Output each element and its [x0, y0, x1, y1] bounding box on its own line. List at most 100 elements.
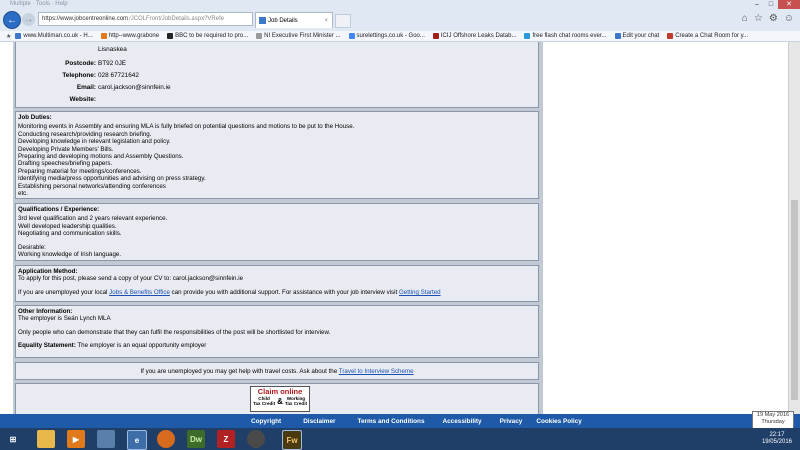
title-bar: Multiple · Tools · Help – □ ✕ — [0, 0, 800, 9]
url-path: /JCOLFront/JobDetails.aspx?VRefe — [129, 16, 225, 22]
working-tax-credit-label: Working Tax Credit — [284, 396, 308, 406]
favorite-icon — [667, 33, 674, 39]
duty-line: Preparing material for meetings/conferen… — [18, 167, 142, 175]
favorite-item[interactable]: Edit your chat — [614, 33, 660, 39]
footer-link-terms[interactable]: Terms and Conditions — [358, 418, 425, 425]
telephone-label: Telephone: — [62, 72, 96, 79]
fireworks-icon[interactable]: Fw — [282, 430, 302, 450]
favorite-icon — [614, 33, 621, 39]
url-input[interactable]: https://www.jobcentreonline.com/JCOLFron… — [38, 12, 253, 26]
footer-link-cookies[interactable]: Cookies Policy — [536, 418, 581, 425]
duty-line: Preparing and developing motions and Ass… — [18, 153, 184, 161]
smiley-icon[interactable]: ☺ — [784, 13, 794, 24]
duty-line: Developing Private Members' Bills. — [18, 145, 114, 153]
favorite-item[interactable]: www.Multiman.co.uk - H... — [15, 33, 93, 39]
favorite-label: http--www.grabone — [108, 33, 160, 39]
photo-viewer-icon[interactable] — [97, 430, 115, 448]
dell-icon[interactable] — [247, 430, 265, 448]
equality-statement: Equality Statement: The employer is an e… — [18, 342, 536, 349]
favorite-label: Edit your chat — [622, 33, 660, 39]
favorite-label: www.Multiman.co.uk - H... — [23, 33, 93, 39]
employer-address-panel: Lisnaskea Postcode: BT92 0JE Telephone: … — [15, 42, 539, 108]
favorite-icon — [432, 33, 439, 39]
vertical-scrollbar[interactable] — [788, 42, 800, 415]
tooltip-date: 19 May 2016 — [756, 412, 790, 418]
scrollbar-thumb[interactable] — [791, 200, 798, 400]
clock-time: 22:17 — [769, 432, 785, 438]
filezilla-icon[interactable]: Z — [217, 430, 235, 448]
favorite-item[interactable]: surelettings.co.uk - Goo... — [348, 33, 425, 39]
application-instructions: To apply for this post, please send a co… — [18, 275, 244, 283]
qualification-line: 3rd level qualification and 2 years rele… — [18, 215, 168, 223]
favorite-item[interactable]: free flash chat rooms ever... — [524, 33, 607, 39]
travel-costs-panel: If you are unemployed you may get help w… — [15, 362, 539, 380]
qualifications-heading: Qualifications / Experience: — [18, 206, 100, 213]
claim-online-banner[interactable]: Claim online Child Tax Credit & Working … — [250, 386, 310, 412]
media-player-icon[interactable]: ▶ — [67, 430, 85, 448]
window-controls: – □ ✕ — [750, 0, 800, 9]
travel-text: If you are unemployed you may get help w… — [140, 368, 339, 375]
back-arrow-icon[interactable]: ← — [3, 11, 21, 29]
favorite-item[interactable]: BBC to be required to pro... — [167, 33, 248, 39]
forward-arrow-icon[interactable]: → — [22, 13, 35, 26]
claim-online-title: Claim online — [257, 387, 303, 396]
favorite-label: BBC to be required to pro... — [175, 33, 249, 39]
favorite-item[interactable]: ICIJ Offshore Leaks Datab... — [432, 33, 516, 39]
new-tab-button[interactable] — [335, 14, 351, 28]
telephone-value: 028 67721642 — [98, 72, 139, 79]
clock-date: 19/05/2016 — [761, 439, 792, 445]
favorite-icon — [348, 33, 355, 39]
site-footer: Copyright Disclaimer Terms and Condition… — [0, 414, 800, 428]
favorites-bar: ★ www.Multiman.co.uk - H... http--www.gra… — [0, 31, 800, 42]
address-line: Lisnaskea — [98, 46, 127, 53]
qualification-line: Working knowledge of Irish language. — [18, 251, 122, 259]
favorite-item[interactable]: http--www.grabone — [100, 33, 160, 39]
tab-close-icon[interactable]: × — [324, 18, 328, 24]
child-tax-credit-label: Child Tax Credit — [252, 396, 276, 406]
footer-link-copyright[interactable]: Copyright — [251, 418, 281, 425]
email-label: Email: — [76, 84, 96, 91]
claim-online-panel: Claim online Child Tax Credit & Working … — [15, 383, 539, 415]
postcode-label: Postcode: — [65, 60, 96, 67]
job-details-column: Lisnaskea Postcode: BT92 0JE Telephone: … — [13, 42, 543, 415]
minimize-icon[interactable]: – — [750, 0, 764, 9]
duty-line: Developing knowledge in relevant legisla… — [18, 138, 171, 146]
footer-link-accessibility[interactable]: Accessibility — [443, 418, 482, 425]
tab-job-details[interactable]: Job Details × — [255, 12, 333, 28]
page-favicon-icon — [259, 17, 266, 24]
favorites-add-icon[interactable]: ★ — [6, 33, 11, 40]
support-text: If you are unemployed your local Jobs & … — [18, 289, 536, 296]
internet-explorer-icon[interactable]: e — [127, 430, 147, 450]
favorites-star-icon[interactable]: ☆ — [754, 13, 763, 24]
getting-started-link[interactable]: Getting Started — [399, 289, 441, 296]
jobs-benefits-office-link[interactable]: Jobs & Benefits Office — [109, 289, 170, 296]
application-method-panel: Application Method: To apply for this po… — [15, 265, 539, 302]
duty-line: Conducting research/providing research b… — [18, 130, 152, 138]
favorite-icon — [167, 33, 174, 39]
gear-icon[interactable]: ⚙ — [769, 13, 778, 24]
other-information-panel: Other Information: The employer is Seán … — [15, 305, 539, 358]
maximize-icon[interactable]: □ — [764, 0, 778, 9]
travel-to-interview-link[interactable]: Travel to Interview Scheme — [339, 368, 414, 375]
firefox-icon[interactable] — [157, 430, 175, 448]
home-icon[interactable]: ⌂ — [742, 13, 748, 24]
dreamweaver-icon[interactable]: Dw — [187, 430, 205, 448]
favorite-label: free flash chat rooms ever... — [532, 33, 607, 39]
favorite-item[interactable]: NI Executive First Minister ... — [256, 33, 341, 39]
favorite-item[interactable]: Create a Chat Room for y... — [667, 33, 748, 39]
start-windows-icon[interactable]: ⊞ — [4, 430, 22, 448]
support-text-2: can provide you with additional support.… — [169, 288, 399, 296]
website-label: Website: — [69, 96, 96, 103]
favorite-icon — [100, 33, 107, 39]
job-duties-heading: Job Duties: — [18, 114, 52, 121]
footer-link-disclaimer[interactable]: Disclaimer — [303, 418, 335, 425]
support-text-1: If you are unemployed your local — [18, 288, 110, 296]
system-clock[interactable]: 22:17 19/05/2016 — [762, 432, 792, 446]
equality-label: Equality Statement: — [18, 342, 76, 350]
footer-link-privacy[interactable]: Privacy — [500, 418, 523, 425]
file-explorer-icon[interactable] — [37, 430, 55, 448]
close-icon[interactable]: ✕ — [778, 0, 800, 9]
favorites-list: www.Multiman.co.uk - H... http--www.grabo… — [15, 33, 756, 39]
qualification-line: Well developed leadership qualities. — [18, 222, 117, 230]
other-information-heading: Other Information: — [18, 308, 73, 315]
